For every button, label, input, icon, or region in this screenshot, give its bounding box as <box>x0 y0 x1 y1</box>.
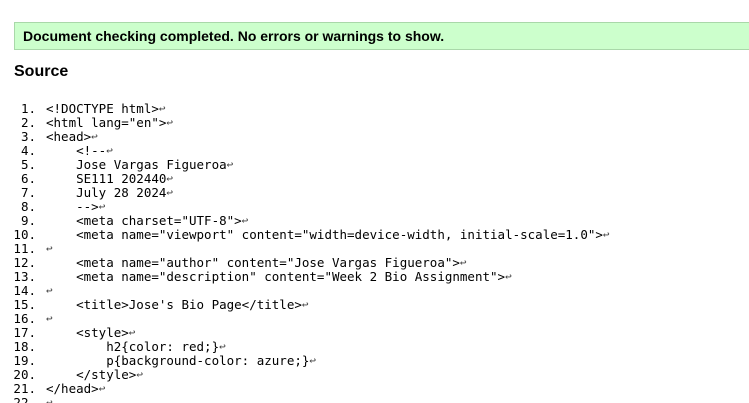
line-number: 10. <box>13 227 36 242</box>
source-line: 15. <title>Jose's Bio Page</title> ↩ <box>0 298 610 312</box>
line-number: 8. <box>20 199 36 214</box>
line-number: 6. <box>20 171 36 186</box>
source-line: 5. Jose Vargas Figueroa ↩ <box>0 158 610 172</box>
line-break-icon: ↩ <box>46 284 53 297</box>
source-line: 4. <!-- ↩ <box>0 144 610 158</box>
line-code: <meta name="author" content="Jose Vargas… <box>46 255 460 270</box>
source-line: 7. July 28 2024 ↩ <box>0 186 610 200</box>
line-code: <!DOCTYPE html> <box>46 101 159 116</box>
line-code: <meta name="viewport" content="width=dev… <box>46 227 603 242</box>
line-break-icon: ↩ <box>98 382 106 395</box>
source-line: 17. <style> ↩ <box>0 326 610 340</box>
source-line: 10. <meta name="viewport" content="width… <box>0 227 610 242</box>
line-code: h2{color: red;} <box>46 339 220 354</box>
line-code: <style> <box>46 325 129 340</box>
line-break-icon: ↩ <box>46 242 53 255</box>
line-code: </style> <box>46 367 137 382</box>
source-line: 8. --> ↩ <box>0 200 610 214</box>
line-code: <meta charset="UTF-8"> <box>46 213 242 228</box>
line-number: 18. <box>13 339 36 354</box>
source-line: 9. <meta charset="UTF-8"> ↩ <box>0 214 610 228</box>
source-line: 14. ↩ <box>0 284 610 298</box>
line-code: p{background-color: azure;} <box>46 353 310 368</box>
line-code: --> <box>46 199 99 214</box>
line-break-icon: ↩ <box>158 102 166 115</box>
line-break-icon: ↩ <box>136 368 143 381</box>
line-break-icon: ↩ <box>309 354 317 367</box>
line-break-icon: ↩ <box>505 270 512 283</box>
line-break-icon: ↩ <box>301 298 309 311</box>
line-number: 12. <box>13 255 36 270</box>
line-number: 17. <box>13 325 36 340</box>
line-number: 3. <box>20 129 36 144</box>
source-listing: 1. <!DOCTYPE html> ↩ 2. <html lang="en"> ↩ 3. <… <box>0 102 610 403</box>
source-line: 16. ↩ <box>0 312 610 326</box>
line-number: 22. <box>13 395 36 403</box>
status-message: Document checking completed. No errors o… <box>23 28 445 44</box>
line-number: 5. <box>20 157 36 172</box>
source-line: 20. </style> ↩ <box>0 368 610 382</box>
source-line: 3. <head> ↩ <box>0 130 610 144</box>
line-break-icon: ↩ <box>166 186 174 199</box>
line-number: 19. <box>13 353 36 368</box>
line-number: 1. <box>20 101 36 116</box>
source-line: 19. p{background-color: azure;} ↩ <box>0 354 610 368</box>
line-code: <html lang="en"> <box>46 115 167 130</box>
line-code: <title>Jose's Bio Page</title> <box>46 297 302 312</box>
source-line: 2. <html lang="en"> ↩ <box>0 116 610 130</box>
line-break-icon: ↩ <box>602 228 610 241</box>
line-number: 11. <box>13 241 36 256</box>
line-break-icon: ↩ <box>91 130 98 143</box>
line-break-icon: ↩ <box>226 158 234 171</box>
source-line: 6. SE111 202440 ↩ <box>0 172 610 186</box>
source-line: 1. <!DOCTYPE html> ↩ <box>0 102 610 116</box>
line-number: 14. <box>13 283 36 298</box>
line-break-icon: ↩ <box>106 144 113 157</box>
line-break-icon: ↩ <box>459 256 467 269</box>
line-code: <head> <box>46 129 92 144</box>
line-number: 9. <box>20 213 36 228</box>
line-break-icon: ↩ <box>98 200 106 213</box>
validation-status-banner: Document checking completed. No errors o… <box>14 22 749 50</box>
source-line: 13. <meta name="description" content="We… <box>0 270 610 284</box>
line-code: <!-- <box>46 143 107 158</box>
source-line: 18. h2{color: red;} ↩ <box>0 340 610 354</box>
line-break-icon: ↩ <box>166 116 174 129</box>
line-number: 15. <box>13 297 36 312</box>
line-number: 2. <box>20 115 36 130</box>
line-code: July 28 2024 <box>46 185 167 200</box>
line-code: <meta name="description" content="Week 2… <box>46 269 506 284</box>
line-break-icon: ↩ <box>241 214 249 227</box>
source-line: 12. <meta name="author" content="Jose Va… <box>0 256 610 270</box>
line-number: 20. <box>13 367 36 382</box>
line-break-icon: ↩ <box>166 172 174 185</box>
line-number: 13. <box>13 269 36 284</box>
source-line: 21. </head> ↩ <box>0 382 610 396</box>
line-code: SE111 202440 <box>46 171 167 186</box>
line-break-icon: ↩ <box>46 312 53 325</box>
source-line: 11. ↩ <box>0 242 610 256</box>
line-code: Jose Vargas Figueroa <box>46 157 227 172</box>
line-number: 7. <box>20 185 36 200</box>
source-line: 22. ↩ <box>0 396 610 403</box>
line-code: </head> <box>46 381 99 396</box>
line-break-icon: ↩ <box>46 396 53 403</box>
line-number: 21. <box>13 381 36 396</box>
source-heading: Source <box>14 63 69 80</box>
line-number: 4. <box>20 143 36 158</box>
line-number: 16. <box>13 311 36 326</box>
line-break-icon: ↩ <box>219 340 226 353</box>
line-break-icon: ↩ <box>128 326 136 339</box>
